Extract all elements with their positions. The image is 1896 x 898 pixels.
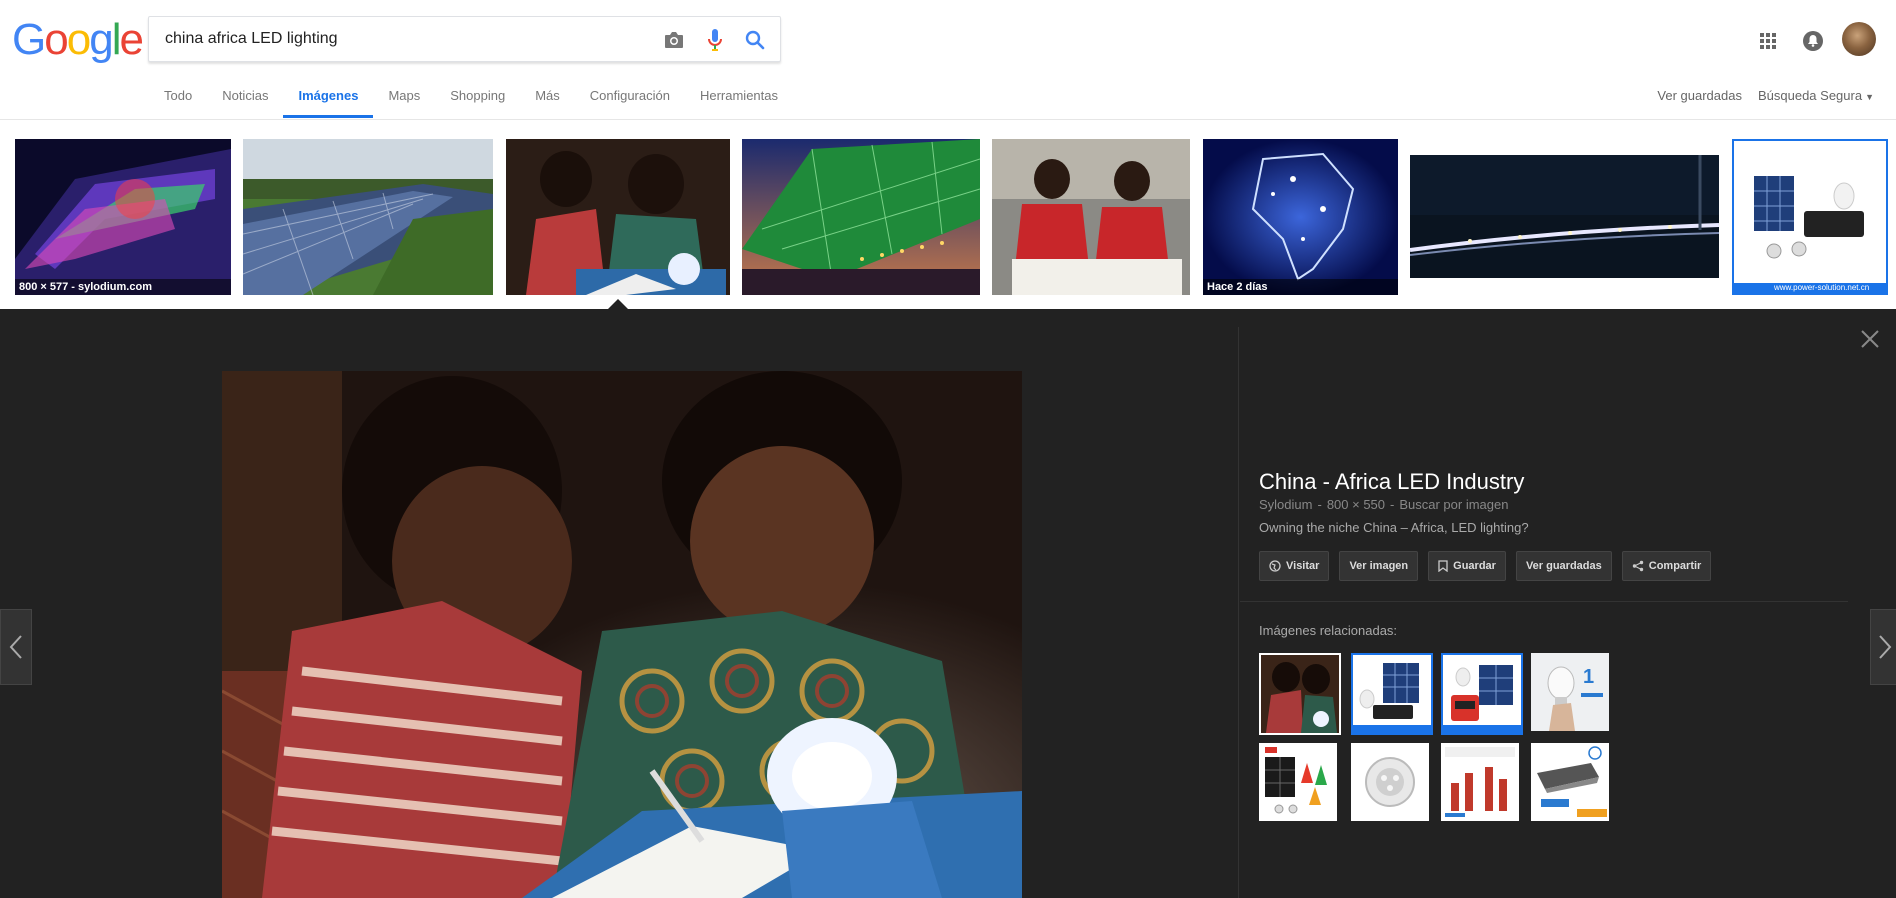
related-image-8[interactable]	[1531, 743, 1613, 825]
header-right-links: Ver guardadas Búsqueda Segura ▼	[1657, 88, 1874, 103]
safesearch-label: Búsqueda Segura	[1757, 88, 1863, 103]
preview-image[interactable]	[222, 371, 1022, 898]
related-images-label: Imágenes relacionadas:	[1259, 623, 1398, 638]
search-by-image-link[interactable]: Buscar por imagen	[1399, 497, 1508, 512]
view-saved-label: Ver guardadas	[1525, 560, 1602, 572]
image-result-8-caption: www.power-solution.net.cn	[1734, 283, 1886, 293]
save-label: Guardar	[1453, 560, 1496, 572]
tab-noticias[interactable]: Noticias	[207, 80, 283, 118]
share-icon	[1632, 560, 1643, 572]
tab-todo[interactable]: Todo	[148, 80, 207, 118]
apps-grid-icon[interactable]	[1756, 29, 1780, 53]
chevron-left-icon	[9, 635, 22, 659]
related-image-4[interactable]: 1	[1531, 653, 1613, 735]
related-image-2[interactable]	[1351, 653, 1433, 735]
image-result-4[interactable]	[742, 139, 980, 295]
image-title[interactable]: China - Africa LED Industry	[1259, 469, 1524, 495]
image-meta: Sylodium -800 × 550- Buscar por imagen	[1259, 497, 1509, 512]
section-divider	[1240, 601, 1848, 602]
image-result-7[interactable]	[1410, 155, 1719, 278]
related-image-6[interactable]	[1351, 743, 1433, 825]
image-results-strip: 800 × 577 - sylodium.com Hace 2 días www…	[0, 121, 1896, 309]
tab-imagenes[interactable]: Imágenes	[283, 80, 374, 118]
bookmark-icon	[1438, 560, 1448, 572]
action-buttons: Visitar Ver imagen Guardar Ver guardadas…	[1259, 551, 1712, 581]
share-button[interactable]: Compartir	[1621, 551, 1712, 581]
search-box	[148, 16, 781, 62]
header: Google Todo Noticias Imágenes Maps Shopp…	[0, 0, 1896, 120]
view-saved-button[interactable]: Ver guardadas	[1515, 551, 1612, 581]
tab-mas[interactable]: Más	[520, 80, 575, 118]
previous-image-button[interactable]	[0, 609, 32, 685]
account-avatar[interactable]	[1842, 22, 1876, 56]
image-result-1-caption: 800 × 577 - sylodium.com	[15, 279, 231, 295]
related-image-1[interactable]	[1259, 653, 1341, 735]
image-dimensions: 800 × 550	[1326, 497, 1386, 512]
image-result-5[interactable]	[992, 139, 1190, 295]
tab-configuracion[interactable]: Configuración	[575, 80, 685, 118]
search-tabs: Todo Noticias Imágenes Maps Shopping Más…	[148, 80, 793, 118]
view-image-button[interactable]: Ver imagen	[1339, 551, 1419, 581]
globe-icon	[1269, 560, 1281, 572]
image-result-6-caption: Hace 2 días	[1203, 279, 1398, 295]
microphone-icon[interactable]	[702, 27, 728, 53]
next-image-button[interactable]	[1870, 609, 1896, 685]
chevron-right-icon	[1879, 635, 1892, 659]
logo-letter-e: e	[119, 15, 144, 64]
camera-icon[interactable]	[661, 27, 687, 53]
logo-letter-o1: o	[44, 15, 69, 64]
related-image-5[interactable]	[1259, 743, 1341, 825]
search-icon[interactable]	[742, 27, 768, 53]
google-logo[interactable]: Google	[12, 15, 144, 64]
save-button[interactable]: Guardar	[1428, 551, 1506, 581]
image-source[interactable]: Sylodium	[1259, 497, 1312, 512]
related-image-7[interactable]	[1441, 743, 1523, 825]
tab-shopping[interactable]: Shopping	[435, 80, 520, 118]
logo-letter-o2: o	[66, 15, 92, 64]
image-result-8[interactable]: www.power-solution.net.cn	[1732, 139, 1888, 295]
tab-maps[interactable]: Maps	[373, 80, 435, 118]
tab-herramientas[interactable]: Herramientas	[685, 80, 793, 118]
svg-text:1: 1	[1583, 666, 1594, 688]
image-result-6[interactable]: Hace 2 días	[1203, 139, 1398, 295]
logo-letter-g2: g	[89, 15, 114, 64]
image-result-3-selected[interactable]	[506, 139, 730, 295]
share-label: Compartir	[1648, 560, 1702, 572]
logo-letter-l: l	[111, 15, 122, 64]
close-icon[interactable]	[1860, 329, 1880, 349]
image-result-1[interactable]: 800 × 577 - sylodium.com	[15, 139, 231, 295]
related-image-3[interactable]	[1441, 653, 1523, 735]
visit-label: Visitar	[1286, 560, 1320, 572]
image-result-2[interactable]	[243, 139, 493, 295]
safesearch-dropdown[interactable]: Búsqueda Segura ▼	[1758, 88, 1874, 103]
search-input[interactable]	[165, 17, 645, 61]
selected-pointer	[608, 299, 628, 309]
image-preview-panel: China - Africa LED Industry Sylodium -800…	[0, 309, 1896, 898]
chevron-down-icon: ▼	[1865, 92, 1874, 102]
image-description: Owning the niche China – Africa, LED lig…	[1259, 520, 1529, 535]
panel-divider	[1238, 327, 1239, 898]
logo-letter-g: G	[12, 15, 46, 64]
view-saved-link[interactable]: Ver guardadas	[1657, 88, 1742, 103]
visit-button[interactable]: Visitar	[1259, 551, 1330, 581]
notifications-bell-icon[interactable]	[1801, 29, 1825, 53]
view-image-label: Ver imagen	[1349, 560, 1409, 572]
